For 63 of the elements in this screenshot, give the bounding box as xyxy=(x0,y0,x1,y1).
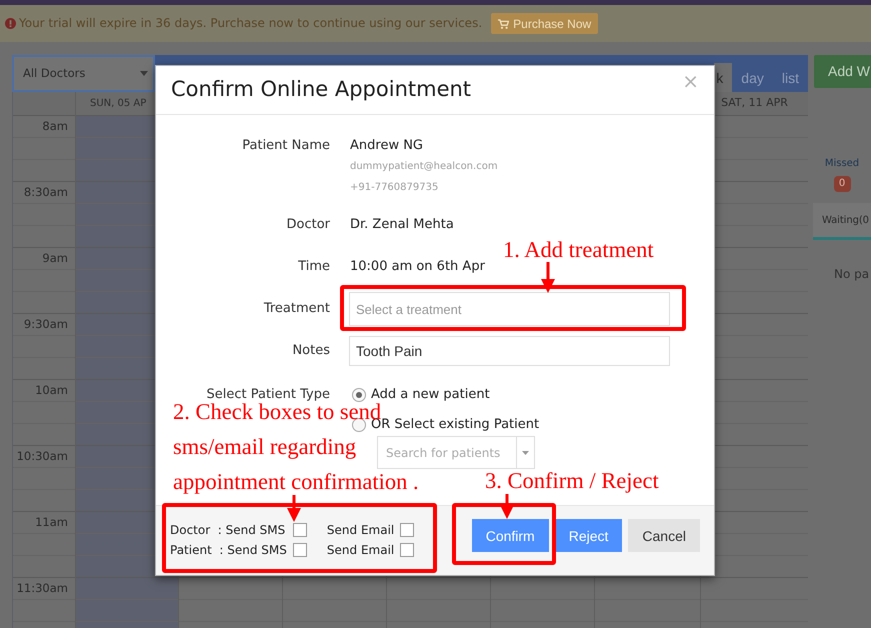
radio-label: Add a new patient xyxy=(371,386,490,403)
annotation-arrow xyxy=(500,494,514,519)
time-label: 9am xyxy=(42,251,68,265)
day-header: SAT, 11 APR xyxy=(721,96,788,111)
patient-name: Andrew NG xyxy=(350,137,424,155)
purchase-button[interactable]: Purchase Now xyxy=(491,13,598,34)
radio-button[interactable] xyxy=(352,388,366,402)
checkbox[interactable] xyxy=(292,543,307,557)
annotation-text: 3. Confirm / Reject xyxy=(485,470,659,492)
view-tab[interactable]: list xyxy=(772,63,808,92)
annotation-text: 1. Add treatment xyxy=(503,239,654,261)
time-label: 8:30am xyxy=(24,185,68,199)
caret-icon xyxy=(140,71,148,76)
patient-email: dummypatient@healcon.com xyxy=(350,160,498,174)
field-value: 10:00 am on 6th Apr xyxy=(350,258,485,276)
day-header: SUN, 05 AP xyxy=(90,97,146,110)
field-label: Notes xyxy=(291,342,330,360)
field-value: Dr. Zenal Mehta xyxy=(350,216,454,234)
view-tab[interactable]: k xyxy=(714,63,732,92)
annotation-text: sms/email regarding xyxy=(173,436,356,458)
modal-title: Confirm Online Appointment xyxy=(171,77,472,103)
annotation-arrow xyxy=(541,262,555,293)
cancel-button[interactable]: Cancel xyxy=(628,519,700,552)
dropdown-button[interactable] xyxy=(516,436,535,469)
time-label: 10am xyxy=(35,383,68,397)
checkbox-label: Send Email xyxy=(326,543,394,557)
warning-icon xyxy=(5,18,16,29)
checkbox[interactable] xyxy=(292,523,307,537)
radio-button[interactable] xyxy=(352,418,366,432)
patient-search-field[interactable]: Search for patients xyxy=(377,436,516,469)
time-label: 11:30am xyxy=(16,581,68,595)
patient-phone: +91-7760879735 xyxy=(350,181,440,195)
cart-icon xyxy=(498,18,510,28)
field-label: Patient Name xyxy=(241,137,330,155)
caret-icon xyxy=(522,450,529,454)
checkbox[interactable] xyxy=(400,523,414,537)
text-field[interactable]: Tooth Pain xyxy=(349,336,670,366)
view-tab[interactable]: day xyxy=(732,63,773,92)
time-label: 10:30am xyxy=(16,449,68,463)
time-label: 9:30am xyxy=(24,317,68,331)
trial-message: Your trial will expire in 36 days. Purchase now to continue using our services. xyxy=(19,16,482,32)
text-field[interactable]: Select a treatment xyxy=(349,292,670,326)
queue-tab[interactable]: Waiting(0 xyxy=(813,203,871,240)
checkbox-label: Doctor : Send SMS xyxy=(170,523,286,537)
field-label: Treatment xyxy=(262,300,330,318)
confirm-button[interactable]: Confirm xyxy=(472,519,549,552)
time-label: 8am xyxy=(42,119,68,133)
field-label: Time xyxy=(297,258,330,276)
add-button[interactable]: Add W xyxy=(814,55,871,88)
close-button[interactable]: × xyxy=(680,71,701,91)
missed-label: Missed xyxy=(824,157,860,171)
time-label: 11am xyxy=(35,515,68,529)
count-badge: 0 xyxy=(834,176,850,192)
reject-button[interactable]: Reject xyxy=(554,519,622,552)
doctor-select[interactable]: All Doctors xyxy=(12,55,155,92)
checkbox-label: Send Email xyxy=(326,523,394,537)
annotation-arrow xyxy=(287,495,301,522)
checkbox-label: Patient : Send SMS xyxy=(170,543,287,557)
annotation-text: appointment confirmation . xyxy=(173,471,419,493)
field-label: Select Patient Type xyxy=(206,386,330,403)
empty-message: No pa xyxy=(834,266,870,282)
field-label: Doctor xyxy=(285,216,330,234)
checkbox[interactable] xyxy=(400,543,414,557)
